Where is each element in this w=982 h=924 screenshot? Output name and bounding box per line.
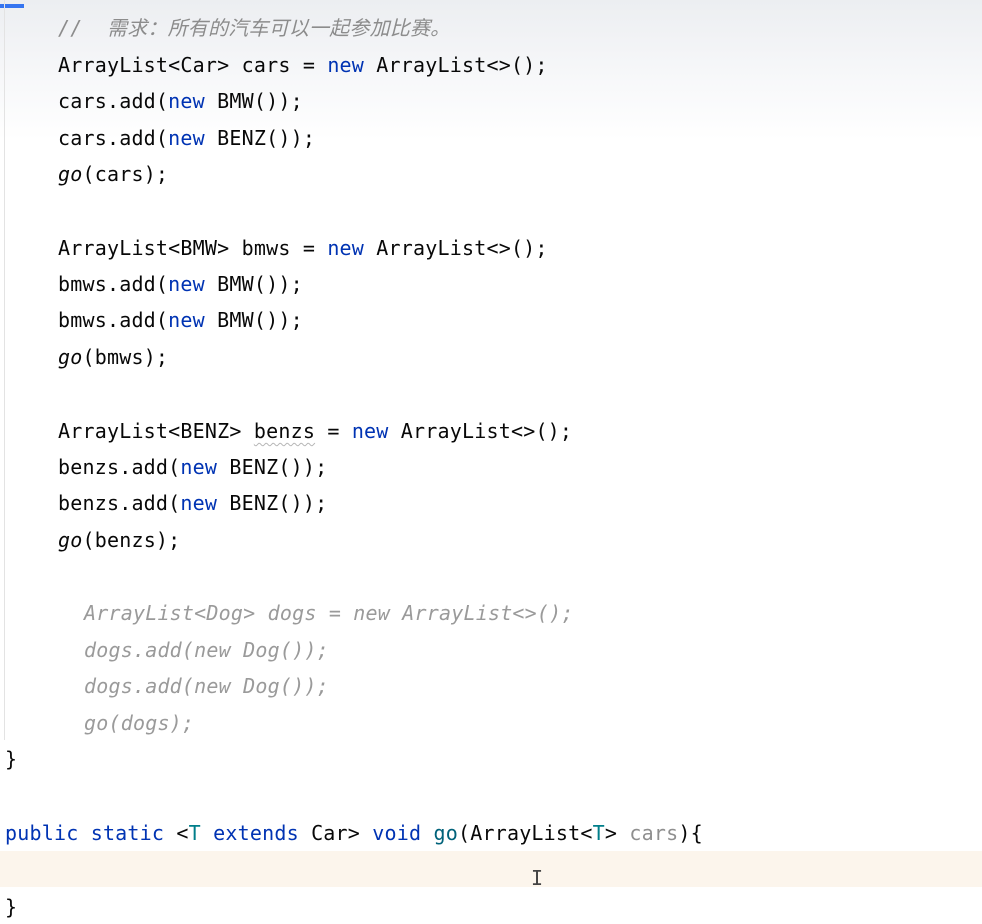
keyword-static: static <box>90 821 165 845</box>
code-token: (ArrayList< <box>457 821 593 845</box>
keyword-void: void <box>372 821 422 845</box>
code-line-4[interactable]: go(cars); <box>58 160 168 188</box>
method-name-go: go <box>433 821 458 845</box>
code-token: ArrayList<BMW> bmws = <box>58 236 328 260</box>
code-line-7[interactable]: bmws.add(new BMW()); <box>58 306 303 334</box>
method-scope-gutter <box>0 0 5 740</box>
keyword-public: public <box>5 821 79 845</box>
code-token: (bmws); <box>82 345 169 369</box>
code-comment[interactable]: // 需求：所有的汽车可以一起参加比赛。 <box>58 14 450 42</box>
code-line-3[interactable]: cars.add(new BENZ()); <box>58 124 315 152</box>
type-parameter: T <box>188 821 201 845</box>
keyword-new: new <box>168 126 205 150</box>
code-line-2[interactable]: cars.add(new BMW()); <box>58 87 303 115</box>
method-call-go: go <box>58 162 83 186</box>
code-token: ArrayList<BENZ> <box>58 419 254 443</box>
text-cursor-ibeam-icon: I <box>531 866 544 890</box>
code-line-14[interactable]: dogs.add(new Dog()); <box>84 636 329 664</box>
code-token: ArrayList<>(); <box>364 53 548 77</box>
code-token: benzs.add( <box>58 491 181 515</box>
method-call-go: go <box>58 345 83 369</box>
unused-parameter: cars <box>629 821 679 845</box>
code-token: (benzs); <box>82 528 181 552</box>
code-token: < <box>164 821 189 845</box>
keyword-new: new <box>168 308 205 332</box>
code-line-17[interactable]: } <box>5 745 17 773</box>
keyword-new: new <box>327 53 365 77</box>
code-token: BENZ()); <box>204 126 316 150</box>
code-line-16[interactable]: go(dogs); <box>84 709 194 737</box>
code-token: bmws.add( <box>58 272 169 296</box>
code-token: BMW()); <box>204 272 303 296</box>
code-token: ArrayList<>(); <box>364 236 548 260</box>
code-line-19[interactable]: } <box>5 893 17 921</box>
code-token: > <box>604 821 630 845</box>
keyword-new: new <box>180 455 218 479</box>
code-token: Car> <box>298 821 373 845</box>
keyword-extends: extends <box>213 821 299 845</box>
code-line-1[interactable]: ArrayList<Car> cars = new ArrayList<>(); <box>58 51 548 79</box>
code-line-5[interactable]: ArrayList<BMW> bmws = new ArrayList<>(); <box>58 234 548 262</box>
current-line-highlight <box>0 851 982 887</box>
code-token: BENZ()); <box>217 491 328 515</box>
code-token: = <box>315 419 352 443</box>
keyword-new: new <box>180 491 218 515</box>
code-token: ){ <box>678 821 703 845</box>
method-call-go: go <box>58 528 83 552</box>
keyword-new: new <box>351 419 389 443</box>
code-token: ArrayList<Car> cars = <box>58 53 328 77</box>
code-line-15[interactable]: dogs.add(new Dog()); <box>84 672 329 700</box>
code-token: bmws.add( <box>58 308 169 332</box>
code-token: ArrayList<>(); <box>388 419 573 443</box>
code-token: benzs.add( <box>58 455 181 479</box>
keyword-new: new <box>168 272 205 296</box>
code-editor[interactable]: // 需求：所有的汽车可以一起参加比赛。 ArrayList<Car> cars… <box>0 0 982 924</box>
code-token: cars.add( <box>58 126 169 150</box>
code-line-10[interactable]: benzs.add(new BENZ()); <box>58 453 327 481</box>
type-parameter: T <box>592 821 605 845</box>
code-line-6[interactable]: bmws.add(new BMW()); <box>58 270 303 298</box>
code-token: cars.add( <box>58 89 169 113</box>
code-line-11[interactable]: benzs.add(new BENZ()); <box>58 489 327 517</box>
code-line-8[interactable]: go(bmws); <box>58 343 168 371</box>
code-line-13[interactable]: ArrayList<Dog> dogs = new ArrayList<>(); <box>84 599 574 627</box>
code-line-9[interactable]: ArrayList<BENZ> benzs = new ArrayList<>(… <box>58 417 572 445</box>
keyword-new: new <box>168 89 205 113</box>
keyword-new: new <box>327 236 365 260</box>
unused-variable-warning[interactable]: benzs <box>254 419 315 443</box>
code-token: BMW()); <box>204 308 303 332</box>
code-line-12[interactable]: go(benzs); <box>58 526 180 554</box>
code-token: BMW()); <box>204 89 303 113</box>
code-token: BENZ()); <box>217 455 328 479</box>
code-token: (cars); <box>82 162 169 186</box>
code-line-18[interactable]: public static <T extends Car> void go(Ar… <box>5 819 703 847</box>
